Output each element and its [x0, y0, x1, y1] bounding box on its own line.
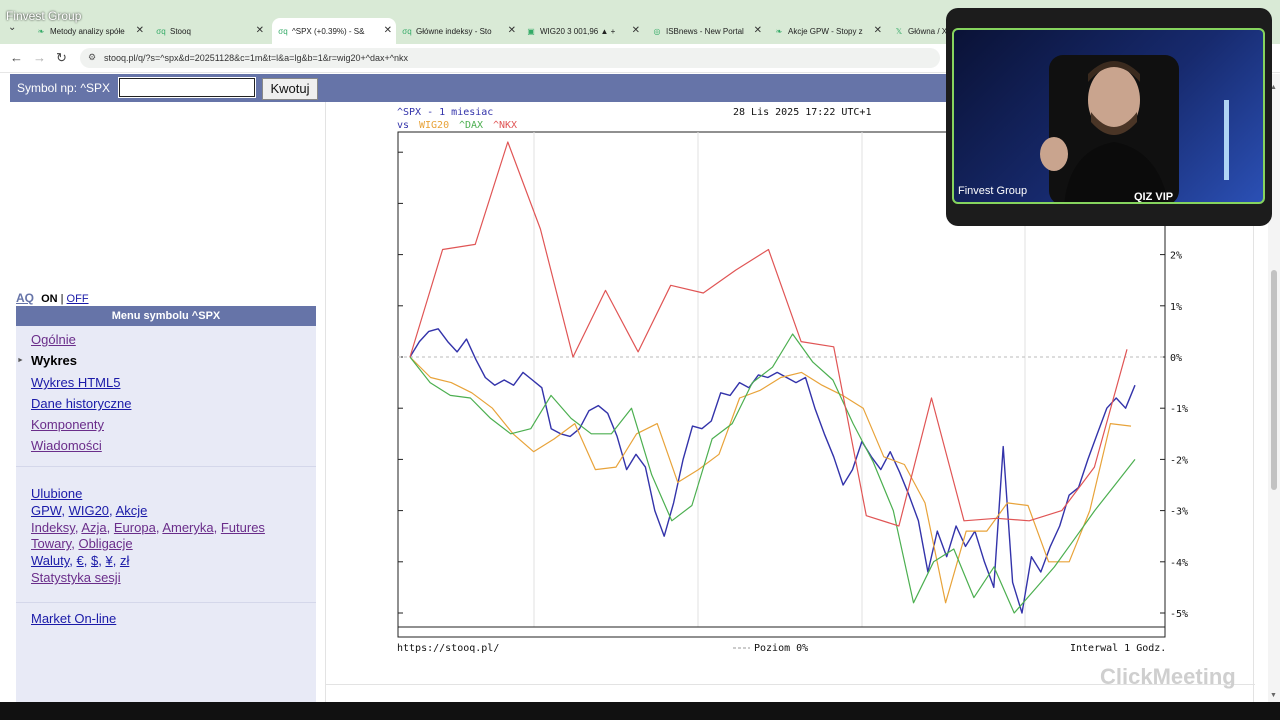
y-tick-label: -1%	[1170, 404, 1188, 415]
y-tick-label: 0%	[1170, 353, 1182, 364]
presenter-image: QIZ VIP	[1040, 55, 1229, 203]
x-axis-band	[397, 626, 1166, 638]
y-tick-label: 2%	[1170, 251, 1182, 262]
y-tick-label: -4%	[1170, 558, 1188, 569]
clickmeeting-watermark: ClickMeeting	[1100, 664, 1236, 689]
chart-footer-url: https://stooq.pl/	[397, 643, 499, 654]
chart-footer-zero: Poziom 0%	[754, 643, 808, 654]
webcam-name: Finvest Group	[958, 185, 1028, 197]
chart-timestamp: 28 Lis 2025 17:22 UTC+1	[733, 107, 871, 118]
bottom-bar	[0, 702, 1280, 720]
y-tick-label: -3%	[1170, 507, 1188, 518]
webcam-video: QIZ VIP	[952, 28, 1265, 204]
scrollbar-thumb[interactable]	[1271, 270, 1277, 490]
legend-nkx: ^NKX	[493, 120, 517, 131]
chart-title: ^SPX - 1 miesiac	[397, 107, 493, 118]
legend-dax: ^DAX	[459, 120, 483, 131]
shirt-text: QIZ VIP	[1134, 191, 1173, 203]
chart-footer-interval: Interwal 1 Godz.	[1070, 643, 1166, 654]
legend-wig20: WIG20	[419, 120, 449, 131]
vs-label: vs	[397, 120, 409, 131]
y-tick-label: -5%	[1170, 609, 1188, 620]
y-tick-label: 1%	[1170, 302, 1182, 313]
y-tick-label: -2%	[1170, 455, 1188, 466]
scroll-down-icon[interactable]: ▼	[1270, 692, 1277, 699]
